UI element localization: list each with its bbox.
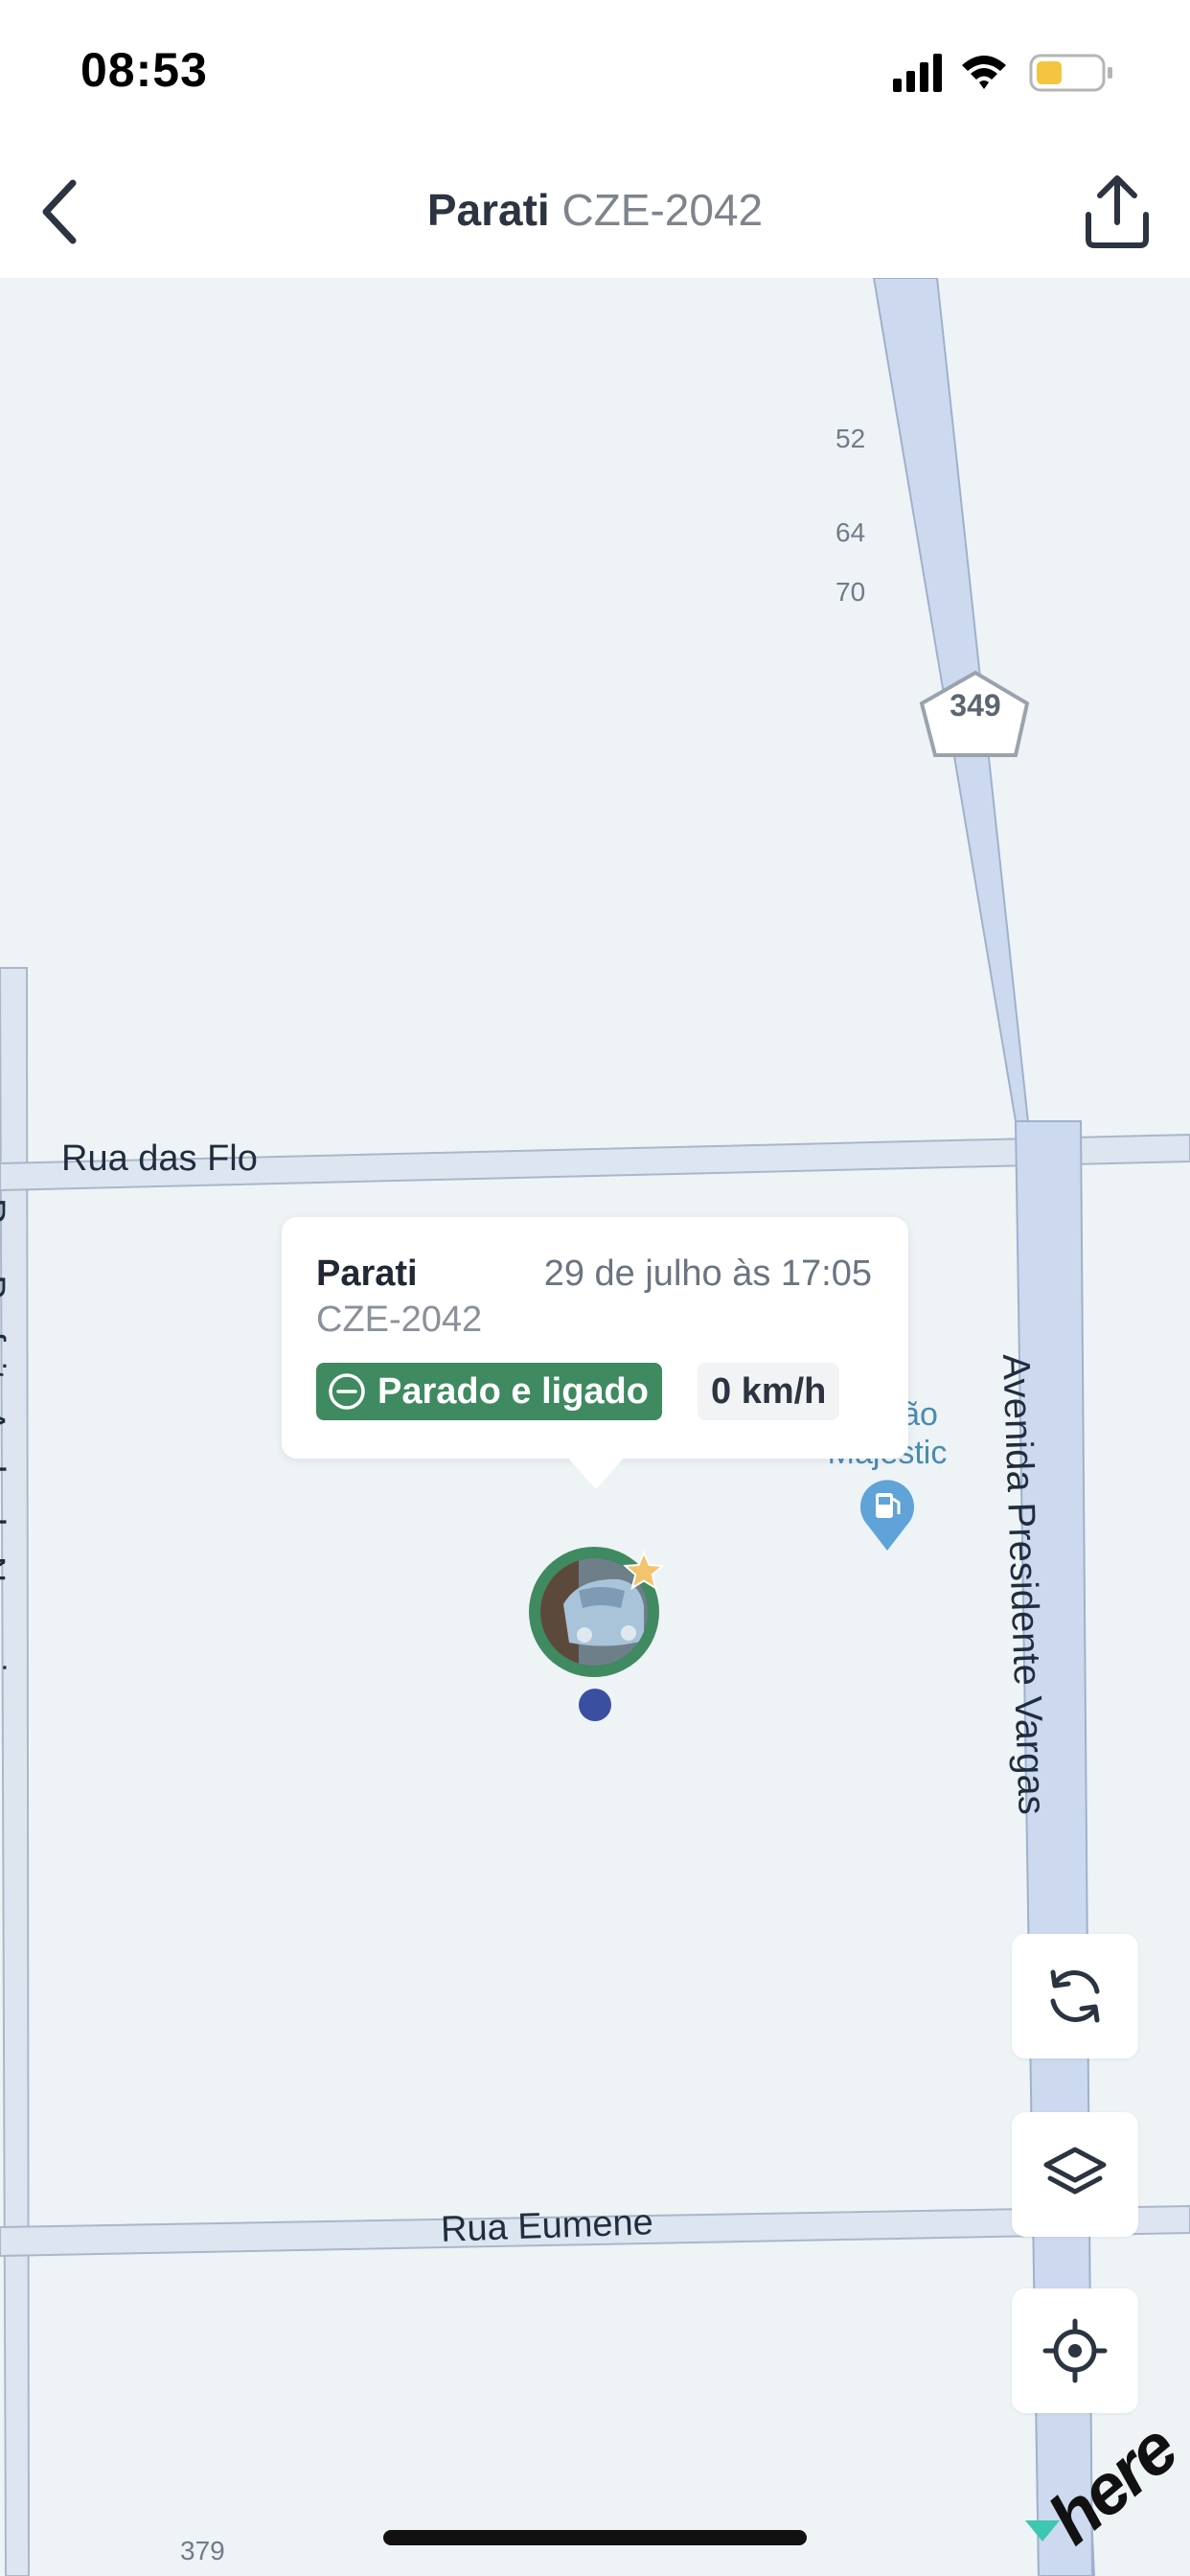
minus-circle-icon [329, 1373, 365, 1410]
popup-pointer [565, 1455, 627, 1489]
house-number: 64 [835, 518, 866, 547]
status-icons [893, 50, 1142, 98]
status-badge: Parado e ligado [316, 1363, 662, 1420]
wifi-icon [962, 56, 1006, 89]
share-button[interactable] [1071, 165, 1163, 257]
refresh-button[interactable] [1012, 1934, 1138, 2058]
street-label-rua-prefeito: Rua Prefeito Andrade Nogueira [0, 1198, 11, 1705]
home-indicator [383, 2530, 807, 2545]
status-badge-label: Parado e ligado [378, 1370, 649, 1412]
house-number: 52 [835, 424, 866, 453]
refresh-icon [1050, 1969, 1100, 2023]
house-number: 70 [835, 577, 866, 607]
popup-plate: CZE-2042 [316, 1300, 483, 1340]
speed-badge: 0 km/h [698, 1363, 840, 1420]
battery-icon [1029, 54, 1112, 92]
street-label-rua-das-flores: Rua das Flo [61, 1138, 258, 1179]
street-label-rua-eumene: Rua Eumene [440, 2202, 654, 2250]
vehicle-info-popup[interactable]: Parati 29 de julho às 17:05 CZE-2042 Par… [282, 1217, 908, 1459]
here-logo-mark [1025, 2520, 1060, 2542]
map-view[interactable]: 349 52 64 70 379 Rua das Flo Rua Prefeit… [0, 278, 1190, 2576]
navigation-bar: Parati CZE-2042 [0, 144, 1190, 278]
house-number: 379 [180, 2536, 225, 2565]
share-icon [1086, 175, 1149, 248]
title-vehicle-name: Parati [426, 185, 550, 235]
popup-datetime: 29 de julho às 17:05 [543, 1254, 872, 1294]
gas-station-icon[interactable] [857, 1476, 918, 1552]
page-title: Parati CZE-2042 [0, 184, 1190, 236]
layers-icon [1043, 2147, 1107, 2195]
status-bar: 08:53 [0, 0, 1190, 144]
locate-button[interactable] [1012, 2288, 1138, 2413]
status-time: 08:53 [80, 43, 208, 97]
signal-icon [893, 54, 942, 92]
location-dot [579, 1689, 611, 1721]
highway-shield-label: 349 [950, 688, 1001, 723]
layers-button[interactable] [1012, 2112, 1138, 2237]
crosshair-icon [1042, 2318, 1108, 2383]
title-vehicle-plate: CZE-2042 [561, 185, 764, 235]
favorite-star-icon [623, 1550, 665, 1591]
popup-vehicle-name: Parati [316, 1254, 418, 1294]
